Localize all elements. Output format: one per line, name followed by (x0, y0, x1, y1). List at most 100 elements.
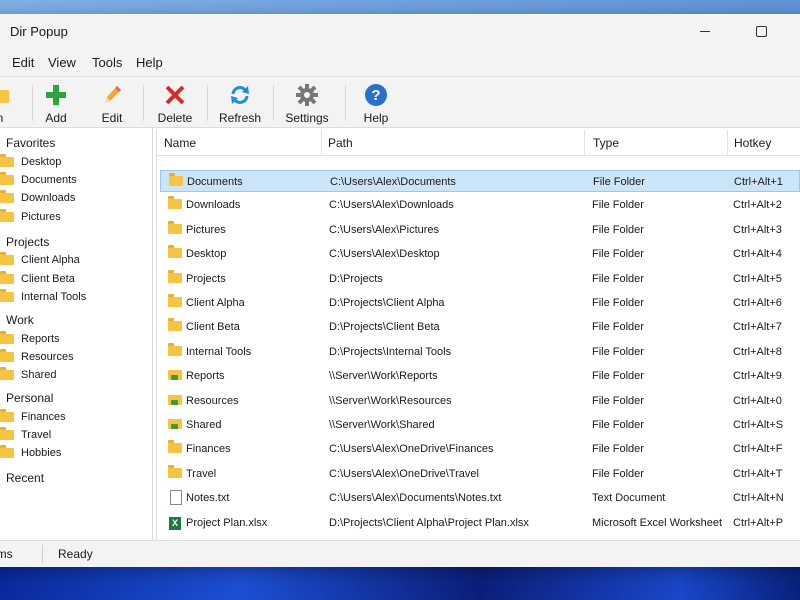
tree-item-client-beta[interactable]: Client Beta (0, 271, 75, 285)
cell-type: File Folder (592, 272, 644, 285)
cell-type: File Folder (593, 176, 645, 188)
tree-item-pictures[interactable]: Pictures (0, 209, 61, 223)
cell-path: \\Server\Work\Resources (329, 394, 452, 407)
cell-hotkey: Ctrl+Alt+5 (733, 272, 782, 285)
cell-path: \\Server\Work\Shared (329, 419, 435, 431)
settings-button[interactable]: Settings (279, 81, 335, 125)
table-row[interactable]: Internal Tools D:\Projects\Internal Tools… (160, 341, 800, 363)
cell-type: Text Document (592, 492, 666, 505)
folder-icon (0, 349, 14, 362)
tree-group-favorites[interactable]: Favorites (6, 136, 55, 150)
cell-type: File Folder (592, 223, 644, 236)
menu-view[interactable]: View (48, 55, 76, 70)
column-divider[interactable] (727, 130, 728, 155)
column-divider[interactable] (321, 130, 322, 155)
help-button[interactable]: ? Help (348, 81, 404, 125)
cell-path: \\Server\Work\Reports (329, 370, 438, 383)
delete-button[interactable]: Delete (147, 81, 203, 125)
folder-icon (0, 445, 14, 458)
tree-group-recent[interactable]: Recent (6, 471, 44, 485)
edit-button[interactable]: Edit (84, 81, 140, 125)
table-row[interactable]: Pictures C:\Users\Alex\Pictures File Folde… (160, 219, 800, 241)
tree-item-documents[interactable]: Documents (0, 172, 77, 186)
add-button[interactable]: Add (28, 81, 84, 125)
cell-path: D:\Projects\Internal Tools (329, 345, 452, 358)
open-button[interactable]: n (0, 81, 28, 125)
folder-icon (0, 209, 14, 222)
folder-icon (0, 154, 14, 167)
tree-item-downloads[interactable]: Downloads (0, 190, 75, 204)
window-title: Dir Popup (10, 24, 68, 39)
edit-label: Edit (101, 111, 123, 125)
tree-item-finances[interactable]: Finances (0, 409, 66, 423)
cell-type: Microsoft Excel Worksheet (592, 516, 723, 529)
cell-type: File Folder (592, 321, 644, 334)
open-folder-icon (0, 90, 9, 103)
table-row[interactable]: X Project Plan.xlsx D:\Projects\Client Alp… (160, 512, 800, 534)
maximize-icon (755, 25, 767, 37)
cell-name: Downloads (186, 199, 241, 212)
table-row[interactable]: Client Alpha D:\Projects\Client Alpha File… (160, 292, 800, 314)
minimize-icon (700, 30, 710, 32)
table-row[interactable]: Desktop C:\Users\Alex\Desktop File Folder C… (160, 243, 800, 265)
column-header-name[interactable]: Name (164, 136, 196, 150)
tree-item-resources[interactable]: Resources (0, 349, 74, 363)
tree-group-projects[interactable]: Projects (6, 235, 49, 249)
refresh-label: Refresh (218, 111, 262, 125)
shortcut-list: Name Path Type Hotkey Documents C:\Users\… (156, 130, 800, 554)
toolbar-separator (207, 85, 208, 121)
table-row[interactable]: Finances C:\Users\Alex\OneDrive\Finances F… (160, 438, 800, 460)
tree-item-hobbies[interactable]: Hobbies (0, 445, 61, 459)
tree-item-client-alpha[interactable]: Client Alpha (0, 252, 80, 266)
column-divider[interactable] (584, 130, 585, 155)
table-row[interactable]: Documents C:\Users\Alex\Documents File Fol… (160, 170, 800, 192)
cell-type: File Folder (592, 419, 644, 431)
refresh-icon (231, 86, 249, 104)
network-folder-icon (168, 419, 182, 432)
table-row[interactable]: Downloads C:\Users\Alex\Downloads File Fol… (160, 194, 800, 216)
menu-help[interactable]: Help (136, 55, 163, 70)
table-row[interactable]: Projects D:\Projects File Folder Ctrl+Alt+5 (160, 268, 800, 290)
column-header-hotkey[interactable]: Hotkey (734, 136, 771, 150)
tree-item-internal-tools[interactable]: Internal Tools (0, 289, 86, 303)
menu-edit[interactable]: Edit (12, 55, 34, 70)
table-row[interactable]: Notes.txt C:\Users\Alex\Documents\Notes.t… (160, 487, 800, 509)
menu-tools[interactable]: Tools (92, 55, 122, 70)
desktop-wallpaper (0, 566, 800, 600)
gear-icon (296, 84, 318, 106)
folder-icon (0, 331, 14, 344)
title-bar: Dir Popup (0, 14, 800, 48)
cell-path: C:\Users\Alex\Desktop (329, 248, 440, 261)
minimize-button[interactable] (682, 14, 728, 48)
table-row[interactable]: Travel C:\Users\Alex\OneDrive\Travel File … (160, 463, 800, 485)
tree-item-travel[interactable]: Travel (0, 427, 51, 441)
delete-x-icon (165, 85, 185, 105)
maximize-button[interactable] (738, 14, 784, 48)
table-row[interactable]: Resources \\Server\Work\Resources File Fol… (160, 390, 800, 412)
help-label: Help (363, 111, 389, 125)
sidebar-tree: Favorites Desktop Documents Downloads Pi… (0, 128, 153, 540)
cell-type: File Folder (592, 199, 644, 212)
tree-group-work[interactable]: Work (6, 313, 34, 327)
tree-item-reports[interactable]: Reports (0, 331, 60, 345)
tree-item-desktop[interactable]: Desktop (0, 154, 61, 168)
column-header-type[interactable]: Type (593, 136, 619, 150)
cell-hotkey: Ctrl+Alt+3 (733, 223, 782, 236)
table-row[interactable]: Reports \\Server\Work\Reports File Folder C… (160, 365, 800, 387)
cell-hotkey: Ctrl+Alt+P (733, 516, 784, 529)
cell-type: File Folder (592, 467, 644, 480)
cell-name: Notes.txt (186, 492, 230, 505)
cell-path: D:\Projects\Client Alpha (329, 297, 445, 309)
cell-name: Travel (186, 467, 217, 480)
column-header-path[interactable]: Path (328, 136, 353, 150)
pencil-icon (105, 86, 121, 103)
cell-name: Shared (186, 419, 222, 431)
tree-item-shared[interactable]: Shared (0, 367, 56, 381)
cell-hotkey: Ctrl+Alt+F (733, 443, 783, 456)
tree-group-personal[interactable]: Personal (6, 391, 53, 405)
excel-file-icon: X (168, 516, 181, 530)
table-row[interactable]: Client Beta D:\Projects\Client Beta File F… (160, 316, 800, 338)
cell-path: C:\Users\Alex\Downloads (329, 199, 454, 212)
table-row[interactable]: Shared \\Server\Work\Shared File Folder Ctr… (160, 414, 800, 436)
refresh-button[interactable]: Refresh (212, 81, 268, 125)
